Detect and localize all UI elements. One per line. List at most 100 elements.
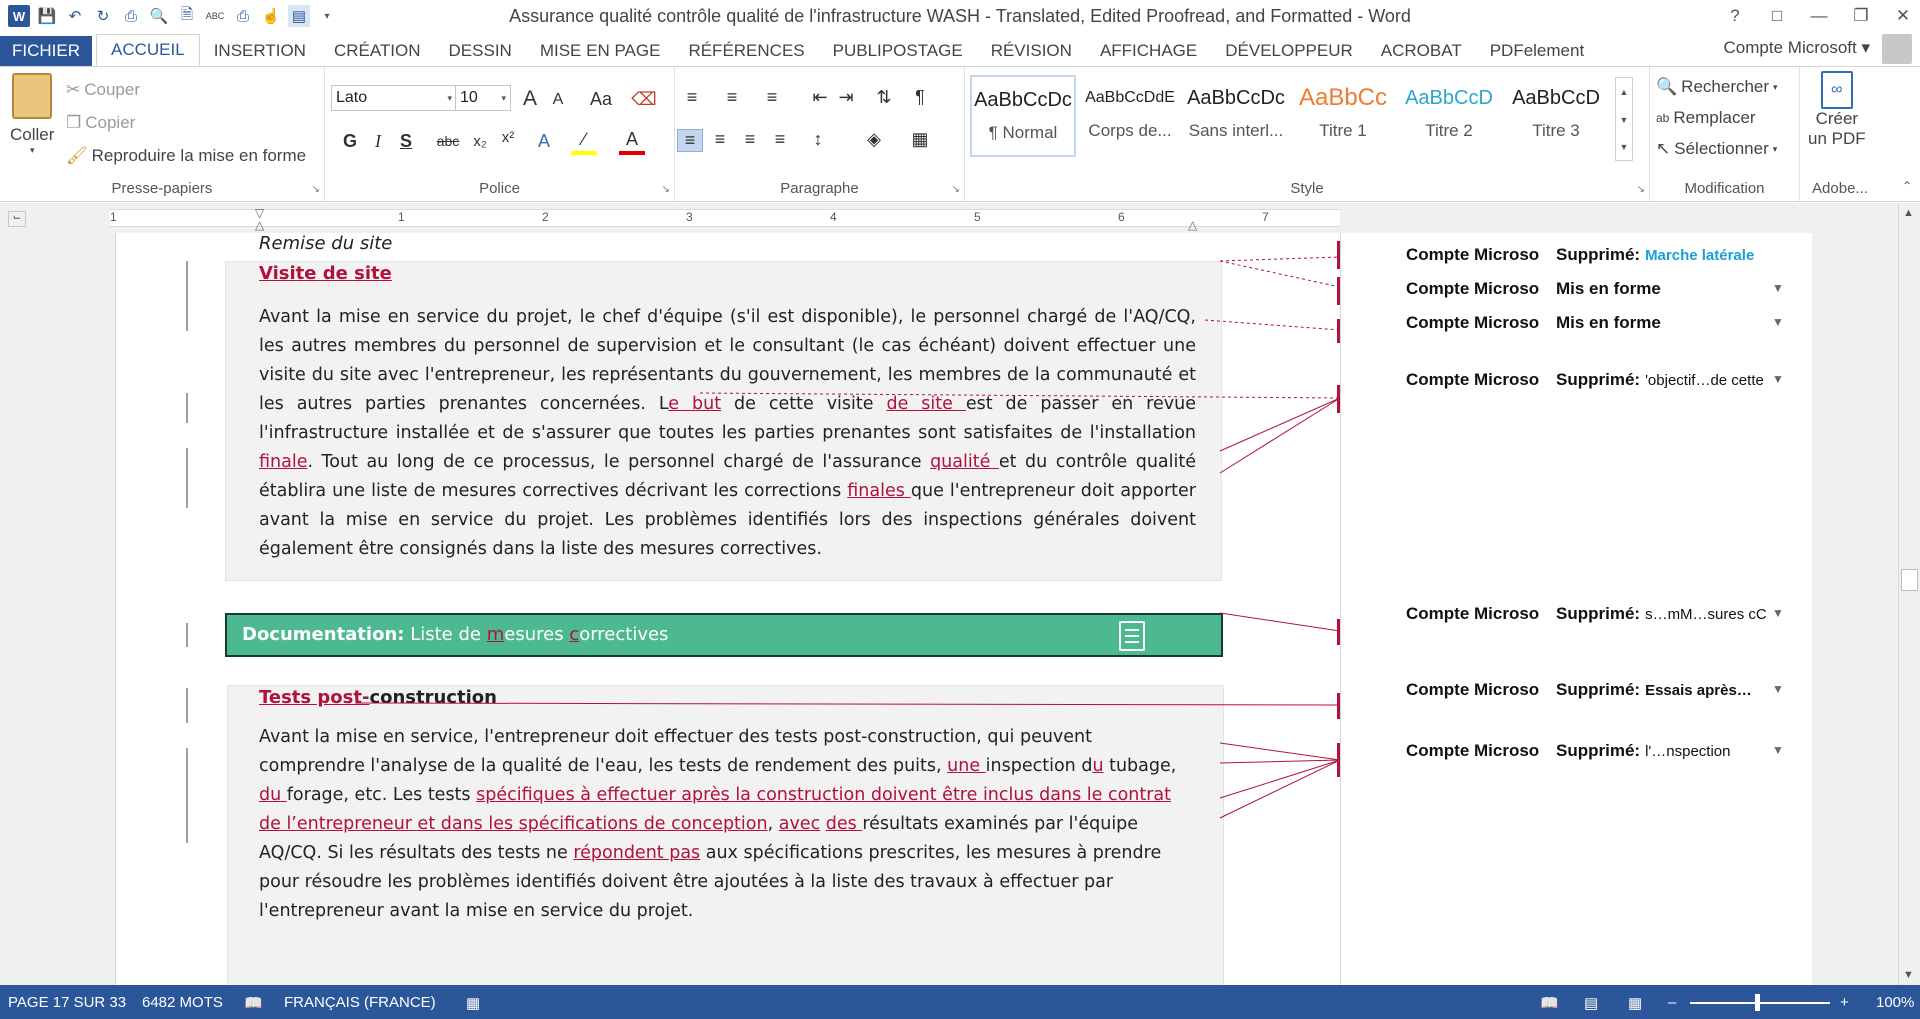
style-item[interactable]: AaBbCcD Titre 2 bbox=[1396, 75, 1502, 157]
tab-dessin[interactable]: DESSIN bbox=[435, 36, 526, 66]
redo-icon[interactable]: ↻ bbox=[92, 5, 114, 27]
balloon-dropdown-icon[interactable]: ▼ bbox=[1772, 315, 1784, 329]
font-color-icon[interactable]: A bbox=[619, 129, 645, 155]
revision-balloon[interactable]: Compte Microso Mis en forme ▼ bbox=[1406, 313, 1784, 333]
tab-references[interactable]: RÉFÉRENCES bbox=[674, 36, 818, 66]
revision-balloon[interactable]: Compte Microso Supprimé: Marche latérale bbox=[1406, 245, 1754, 265]
style-item[interactable]: AaBbCc Titre 1 bbox=[1290, 75, 1396, 157]
balloon-dropdown-icon[interactable]: ▼ bbox=[1772, 281, 1784, 295]
show-marks-button[interactable]: ¶ bbox=[907, 87, 933, 108]
underline-button[interactable]: S bbox=[393, 131, 419, 152]
documentation-bar[interactable]: Documentation: Liste de mesures correcti… bbox=[225, 613, 1223, 657]
scroll-up-icon[interactable]: ▲ bbox=[1903, 207, 1914, 219]
decrease-indent-icon[interactable]: ⇤ bbox=[807, 87, 833, 108]
new-doc-icon[interactable]: 🗎 bbox=[176, 5, 198, 27]
word-count[interactable]: 6482 MOTS bbox=[142, 994, 223, 1011]
paste-button[interactable]: Coller ▾ bbox=[10, 73, 54, 156]
balloon-dropdown-icon[interactable]: ▼ bbox=[1772, 372, 1784, 386]
quick-print-icon[interactable]: ⎙ bbox=[232, 5, 254, 27]
page-indicator[interactable]: PAGE 17 SUR 33 bbox=[8, 994, 126, 1011]
tab-publipostage[interactable]: PUBLIPOSTAGE bbox=[819, 36, 977, 66]
visite-paragraph[interactable]: Avant la mise en service du projet, le c… bbox=[259, 303, 1196, 564]
superscript-button[interactable]: x² bbox=[495, 129, 521, 146]
print-layout-icon[interactable]: ▤ bbox=[1584, 994, 1598, 1012]
find-button[interactable]: 🔍 Rechercher ▾ bbox=[1656, 77, 1778, 97]
save-icon[interactable]: 💾 bbox=[36, 5, 58, 27]
copy-button[interactable]: ❐ Copier bbox=[66, 113, 135, 133]
macro-icon[interactable]: ▦ bbox=[466, 994, 480, 1012]
cut-button[interactable]: ✂ Couper bbox=[66, 80, 140, 100]
borders-icon[interactable]: ▦ bbox=[907, 129, 933, 150]
strikethrough-button[interactable]: abc bbox=[431, 133, 465, 149]
undo-icon[interactable]: ↶ bbox=[64, 5, 86, 27]
collapse-ribbon-icon[interactable]: ⌃ bbox=[1902, 179, 1912, 193]
font-name-select[interactable]: Lato ▾ bbox=[331, 85, 457, 111]
maximize-icon[interactable]: ❐ bbox=[1850, 6, 1872, 26]
scroll-thumb[interactable] bbox=[1901, 569, 1918, 591]
highlight-icon[interactable]: ∕ bbox=[571, 129, 597, 155]
close-icon[interactable]: ✕ bbox=[1892, 6, 1914, 26]
revision-balloon[interactable]: Compte Microso Mis en forme ▼ bbox=[1406, 279, 1784, 299]
zoom-out-button[interactable]: – bbox=[1668, 994, 1676, 1011]
right-indent-marker[interactable]: △ bbox=[1188, 218, 1197, 232]
clear-format-icon[interactable]: ⌫ bbox=[631, 89, 657, 110]
page-layout-icon[interactable]: ▤ bbox=[288, 5, 310, 27]
print-icon[interactable]: ⎙ bbox=[120, 5, 142, 27]
align-center-icon[interactable]: ≡ bbox=[707, 129, 733, 150]
language-indicator[interactable]: FRANÇAIS (FRANCE) bbox=[284, 994, 436, 1011]
justify-icon[interactable]: ≡ bbox=[767, 129, 793, 150]
balloon-dropdown-icon[interactable]: ▼ bbox=[1772, 606, 1784, 620]
tab-selector[interactable]: ⌙ bbox=[8, 211, 26, 227]
tests-paragraph[interactable]: Avant la mise en service, l'entrepreneur… bbox=[259, 723, 1189, 926]
document-page[interactable]: Remise du site Visite de site Avant la m… bbox=[115, 233, 1340, 985]
numbering-icon[interactable]: ≡ bbox=[719, 87, 745, 108]
style-item[interactable]: AaBbCcDdE Corps de... bbox=[1077, 75, 1183, 157]
multilevel-list-icon[interactable]: ≡ bbox=[759, 87, 785, 108]
tab-acrobat[interactable]: ACROBAT bbox=[1367, 36, 1476, 66]
zoom-level[interactable]: 100% bbox=[1876, 994, 1914, 1011]
tab-revision[interactable]: RÉVISION bbox=[977, 36, 1086, 66]
grow-font-button[interactable]: A bbox=[517, 87, 543, 111]
italic-button[interactable]: I bbox=[365, 131, 391, 152]
font-size-select[interactable]: 10 ▾ bbox=[455, 85, 511, 111]
style-item[interactable]: AaBbCcDc ¶ Normal bbox=[970, 75, 1076, 157]
tab-developpeur[interactable]: DÉVELOPPEUR bbox=[1211, 36, 1367, 66]
touch-mode-icon[interactable]: ☝ bbox=[260, 5, 282, 27]
customize-icon[interactable]: ▾ bbox=[316, 5, 338, 27]
read-mode-icon[interactable]: 📖 bbox=[1540, 994, 1559, 1012]
spellcheck-icon[interactable]: ABC bbox=[204, 5, 226, 27]
help-icon[interactable]: ? bbox=[1724, 6, 1746, 26]
restore-ribbon-icon[interactable]: □ bbox=[1766, 6, 1788, 26]
scroll-down-icon[interactable]: ▼ bbox=[1903, 969, 1914, 981]
align-left-icon[interactable]: ≡ bbox=[677, 129, 703, 152]
style-item[interactable]: AaBbCcDc Sans interl... bbox=[1183, 75, 1289, 157]
font-launcher-icon[interactable]: ↘ bbox=[662, 184, 670, 195]
bold-button[interactable]: G bbox=[337, 131, 363, 152]
tab-pdfelement[interactable]: PDFelement bbox=[1476, 36, 1598, 66]
revision-balloon[interactable]: Compte Microso Supprimé:'objectif…de cett… bbox=[1406, 370, 1784, 390]
styles-launcher-icon[interactable]: ↘ bbox=[1637, 184, 1645, 195]
document-canvas[interactable]: Remise du site Visite de site Avant la m… bbox=[0, 233, 1898, 985]
styles-more-icon[interactable]: ▼ bbox=[1616, 134, 1632, 160]
zoom-in-button[interactable]: + bbox=[1840, 994, 1849, 1011]
tab-mise-en-page[interactable]: MISE EN PAGE bbox=[526, 36, 675, 66]
tab-creation[interactable]: CRÉATION bbox=[320, 36, 435, 66]
paragraph-launcher-icon[interactable]: ↘ bbox=[952, 184, 960, 195]
web-layout-icon[interactable]: ▦ bbox=[1628, 994, 1642, 1012]
paste-dropdown-icon[interactable]: ▾ bbox=[30, 145, 35, 156]
zoom-slider-thumb[interactable] bbox=[1755, 994, 1760, 1011]
sort-icon[interactable]: ⇅ bbox=[871, 87, 897, 108]
visite-heading[interactable]: Visite de site bbox=[259, 263, 392, 284]
bullets-icon[interactable]: ≡ bbox=[679, 87, 705, 108]
avatar[interactable] bbox=[1882, 34, 1912, 64]
tab-affichage[interactable]: AFFICHAGE bbox=[1086, 36, 1211, 66]
create-pdf-button[interactable]: ∞ Créer un PDF bbox=[1808, 71, 1866, 149]
vertical-scrollbar[interactable]: ▲ ▼ bbox=[1898, 203, 1920, 985]
zoom-slider[interactable] bbox=[1690, 1002, 1830, 1004]
align-right-icon[interactable]: ≡ bbox=[737, 129, 763, 150]
line-spacing-icon[interactable]: ↕ bbox=[805, 129, 831, 150]
styles-up-icon[interactable]: ▲ bbox=[1616, 78, 1632, 106]
subscript-button[interactable]: x₂ bbox=[467, 133, 493, 150]
minimize-icon[interactable]: — bbox=[1808, 6, 1830, 26]
clipboard-launcher-icon[interactable]: ↘ bbox=[312, 184, 320, 195]
